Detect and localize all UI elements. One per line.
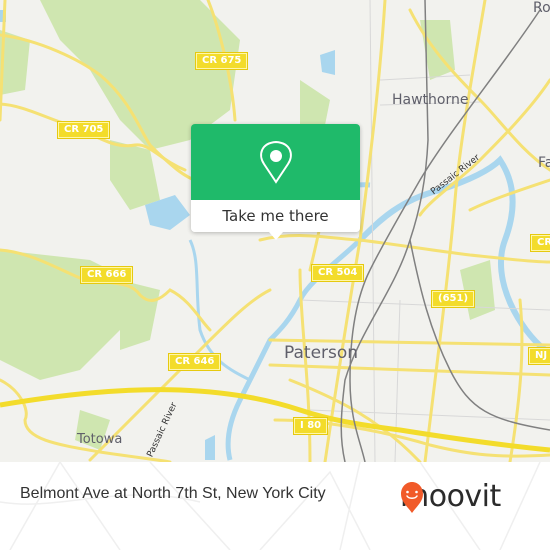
moovit-pin-icon <box>401 482 423 513</box>
moovit-logo[interactable]: moovit <box>398 480 501 514</box>
footer: Belmont Ave at North 7th St, New York Ci… <box>0 462 550 550</box>
popup-header <box>191 124 360 200</box>
place-label-hawthorne: Hawthorne <box>392 92 469 108</box>
place-label-totowa: Totowa <box>77 432 123 447</box>
place-label-rochelle: Ro <box>533 0 550 16</box>
map-view[interactable]: CR 675 CR 705 CR 666 CR 646 CR 504 (651)… <box>0 0 550 462</box>
road-shield-cr504: CR 504 <box>310 264 365 282</box>
road-shield-nj: NJ <box>527 347 550 365</box>
road-shield-cr666: CR 666 <box>79 266 134 284</box>
place-label-paterson: Paterson <box>284 343 359 363</box>
road-shield-i80: I 80 <box>292 417 329 435</box>
take-me-there-button[interactable]: Take me there <box>191 200 360 232</box>
road-shield-cr646: CR 646 <box>167 353 222 371</box>
location-title: Belmont Ave at North 7th St, New York Ci… <box>20 485 326 502</box>
map-pin-icon <box>260 140 292 184</box>
road-shield-cr: CR <box>529 234 550 252</box>
popup-pointer <box>269 232 283 240</box>
road-shield-cr675: CR 675 <box>194 52 249 70</box>
road-shield-651: (651) <box>430 290 476 308</box>
place-label-fair-lawn: Fair Lawn <box>538 156 550 170</box>
road-shield-cr705: CR 705 <box>56 121 111 139</box>
location-popup: Take me there <box>191 124 360 240</box>
